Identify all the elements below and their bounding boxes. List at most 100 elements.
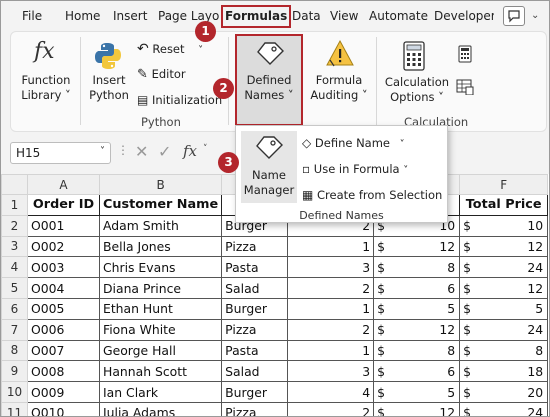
create-from-selection-button[interactable]: ▦ Create from Selection xyxy=(302,188,442,202)
cell-product[interactable]: Burger xyxy=(221,381,289,403)
cell-total-price[interactable]: $12 xyxy=(459,277,549,299)
row-header[interactable]: 10 xyxy=(1,381,28,403)
cell-total-price[interactable]: $5 xyxy=(459,297,549,320)
cell-order-id[interactable]: O004 xyxy=(27,277,100,299)
comments-button[interactable] xyxy=(503,6,525,26)
column-header-b[interactable]: B xyxy=(98,174,223,195)
tab-home[interactable]: Home xyxy=(65,5,100,27)
cell-unit-price[interactable]: $5 xyxy=(373,297,461,320)
cell-unit-price[interactable]: $12 xyxy=(373,401,461,416)
cell-total-price[interactable]: $18 xyxy=(459,360,549,383)
column-header-a[interactable]: A xyxy=(27,174,100,195)
cell-quantity[interactable]: 1 xyxy=(287,339,375,362)
row-header[interactable]: 4 xyxy=(1,256,28,279)
cell-unit-price[interactable]: $5 xyxy=(373,381,461,403)
cancel-icon[interactable]: ✕ xyxy=(135,142,148,161)
cell-total-price[interactable]: $8 xyxy=(459,339,549,362)
editor-button[interactable]: ✎ Editor xyxy=(137,67,186,82)
cell-customer-name[interactable]: Chris Evans xyxy=(98,256,223,279)
cell-customer-name[interactable]: Diana Prince xyxy=(98,277,223,299)
cell-order-id[interactable]: O005 xyxy=(27,297,100,320)
chevron-down-icon[interactable]: ⌄ xyxy=(531,7,545,25)
use-in-formula-button[interactable]: ▫ Use in Formula ˅ xyxy=(302,162,408,176)
cell-customer-name[interactable]: Hannah Scott xyxy=(98,360,223,383)
row-header[interactable]: 3 xyxy=(1,235,28,258)
cell-order-id[interactable]: O008 xyxy=(27,360,100,383)
cell-order-id[interactable]: O009 xyxy=(27,381,100,403)
cell-product[interactable]: Salad xyxy=(221,360,289,383)
cell-unit-price[interactable]: $12 xyxy=(373,318,461,341)
cell-customer-name[interactable]: Bella Jones xyxy=(98,235,223,258)
calculation-options-button[interactable]: Calculation Options ˅ xyxy=(382,75,452,105)
cell-quantity[interactable]: 2 xyxy=(287,277,375,299)
row-header[interactable]: 6 xyxy=(1,297,28,320)
row-header[interactable]: 7 xyxy=(1,318,28,341)
header-cell-customer-name[interactable]: Customer Name xyxy=(98,194,223,216)
header-cell-total-price[interactable]: Total Price xyxy=(459,194,549,216)
cell-total-price[interactable]: $20 xyxy=(459,381,549,403)
cell-total-price[interactable]: $24 xyxy=(459,401,549,416)
cell-unit-price[interactable]: $6 xyxy=(373,360,461,383)
function-library-button[interactable]: Function Library ˅ xyxy=(15,73,77,103)
cell-product[interactable]: Burger xyxy=(221,297,289,320)
cell-total-price[interactable]: $24 xyxy=(459,318,549,341)
cell-customer-name[interactable]: George Hall xyxy=(98,339,223,362)
tab-formulas[interactable]: Formulas xyxy=(221,5,292,28)
enter-icon[interactable]: ✓ xyxy=(158,142,171,161)
row-header[interactable]: 11 xyxy=(1,401,28,416)
cell-order-id[interactable]: O001 xyxy=(27,214,100,237)
cell-customer-name[interactable]: Ethan Hunt xyxy=(98,297,223,320)
reset-button[interactable]: ↶ Reset ˅ xyxy=(137,41,203,57)
cell-quantity[interactable]: 4 xyxy=(287,381,375,403)
cell-quantity[interactable]: 1 xyxy=(287,297,375,320)
cell-total-price[interactable]: $24 xyxy=(459,256,549,279)
formula-auditing-button[interactable]: Formula Auditing ˅ xyxy=(307,73,371,103)
cell-quantity[interactable]: 2 xyxy=(287,318,375,341)
row-header[interactable]: 2 xyxy=(1,214,28,237)
cell-quantity[interactable]: 3 xyxy=(287,256,375,279)
tab-view[interactable]: View xyxy=(330,5,358,27)
cell-unit-price[interactable]: $6 xyxy=(373,277,461,299)
calculate-sheet-icon[interactable] xyxy=(456,79,474,95)
cell-unit-price[interactable]: $8 xyxy=(373,256,461,279)
cell-total-price[interactable]: $12 xyxy=(459,235,549,258)
column-header-f[interactable]: F xyxy=(459,174,549,195)
row-header[interactable]: 5 xyxy=(1,277,28,299)
cell-product[interactable]: Pizza xyxy=(221,401,289,416)
cell-order-id[interactable]: O002 xyxy=(27,235,100,258)
cell-unit-price[interactable]: $12 xyxy=(373,235,461,258)
cell-customer-name[interactable]: Fiona White xyxy=(98,318,223,341)
insert-function-icon[interactable]: fx xyxy=(183,142,197,160)
header-cell-order-id[interactable]: Order ID xyxy=(27,194,100,216)
cell-customer-name[interactable]: Julia Adams xyxy=(98,401,223,416)
cell-order-id[interactable]: O006 xyxy=(27,318,100,341)
cell-order-id[interactable]: O010 xyxy=(27,401,100,416)
cell-product[interactable]: Pizza xyxy=(221,235,289,258)
cell-product[interactable]: Salad xyxy=(221,277,289,299)
cell-order-id[interactable]: O003 xyxy=(27,256,100,279)
tab-automate[interactable]: Automate xyxy=(369,5,428,27)
tab-developer[interactable]: Developer xyxy=(434,5,494,27)
cell-quantity[interactable]: 2 xyxy=(287,401,375,416)
name-box[interactable]: H15 ˅ xyxy=(10,142,111,164)
initialization-button[interactable]: ▤ Initialization xyxy=(137,93,222,107)
cell-unit-price[interactable]: $8 xyxy=(373,339,461,362)
row-header[interactable]: 8 xyxy=(1,339,28,362)
row-header[interactable]: 9 xyxy=(1,360,28,383)
define-name-button[interactable]: ◇ Define Name ˅ xyxy=(302,136,405,150)
tab-data[interactable]: Data xyxy=(292,5,321,27)
cell-order-id[interactable]: O007 xyxy=(27,339,100,362)
tab-file[interactable]: File xyxy=(22,5,42,27)
cell-quantity[interactable]: 1 xyxy=(287,235,375,258)
cell-total-price[interactable]: $10 xyxy=(459,214,549,237)
insert-python-button[interactable]: Insert Python xyxy=(85,73,133,103)
cell-quantity[interactable]: 3 xyxy=(287,360,375,383)
select-all-corner[interactable] xyxy=(1,174,28,195)
cell-product[interactable]: Pizza xyxy=(221,318,289,341)
tab-insert[interactable]: Insert xyxy=(113,5,147,27)
calculate-now-icon[interactable] xyxy=(457,45,473,63)
row-header[interactable]: 1 xyxy=(1,194,28,216)
cell-customer-name[interactable]: Adam Smith xyxy=(98,214,223,237)
cell-product[interactable]: Pasta xyxy=(221,339,289,362)
cell-customer-name[interactable]: Ian Clark xyxy=(98,381,223,403)
